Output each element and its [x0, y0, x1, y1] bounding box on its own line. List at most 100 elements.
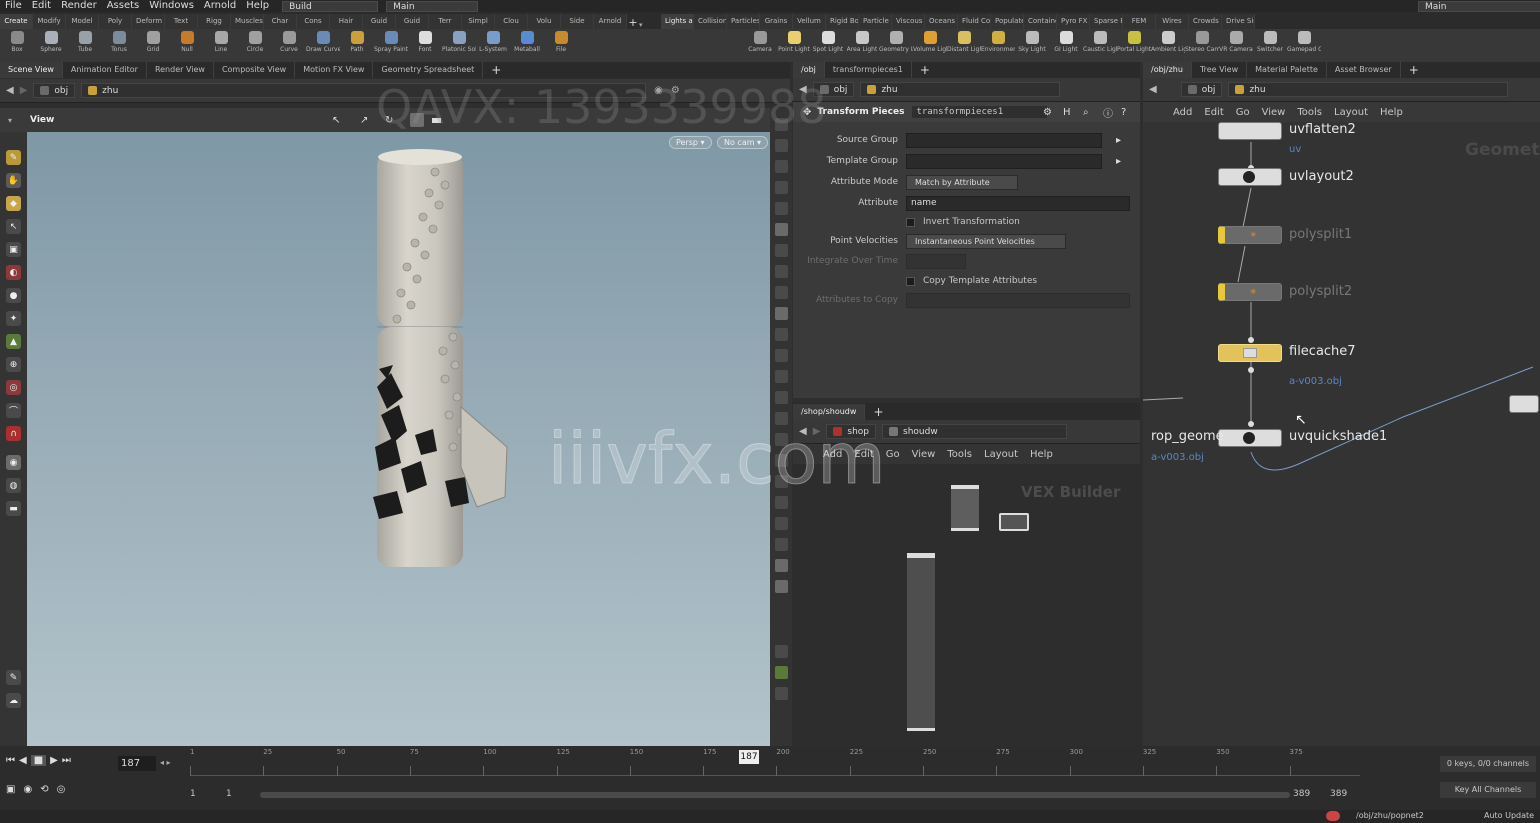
shelf-tab-cons[interactable]: Cons: [297, 14, 330, 29]
invert-checkbox[interactable]: [906, 217, 915, 227]
safe-area-icon[interactable]: [774, 580, 788, 593]
shelf-tab-arnold[interactable]: Arnold: [594, 14, 627, 29]
tab-tree-view[interactable]: Tree View: [1192, 62, 1248, 78]
shelf-tab-text[interactable]: Text: [165, 14, 198, 29]
viewer-path-geo[interactable]: zhu: [81, 83, 647, 98]
tool-curve[interactable]: Curve: [272, 29, 306, 62]
play-reverse-icon[interactable]: ◀: [19, 755, 27, 766]
tool-box[interactable]: Box: [0, 29, 34, 62]
shelf-tab-deform[interactable]: Deform: [132, 14, 165, 29]
shelf-tab-fluid-con[interactable]: Fluid Con: [958, 14, 991, 29]
copy-template-checkbox[interactable]: [906, 276, 915, 286]
point-display-icon[interactable]: [774, 265, 788, 278]
jump-end-icon[interactable]: ⏭: [62, 755, 71, 766]
node-info-icon[interactable]: ⓘ: [1103, 105, 1113, 120]
background-icon[interactable]: [774, 559, 788, 572]
tool-circle[interactable]: Circle: [238, 29, 272, 62]
step-icons[interactable]: ◂ ▸: [160, 758, 171, 767]
shelf-tab-crowds[interactable]: Crowds: [1189, 14, 1222, 29]
layout-icon[interactable]: [774, 666, 788, 679]
tool-font[interactable]: Font: [408, 29, 442, 62]
shop-menu-add[interactable]: Add: [823, 449, 842, 460]
sculpt-icon[interactable]: ✎: [6, 670, 21, 685]
snap-icon[interactable]: ⊕: [6, 357, 21, 372]
tool-volume-light[interactable]: Volume Light: [913, 29, 947, 62]
shelf-tab-viscous-fl[interactable]: Viscous Fl: [892, 14, 925, 29]
display-mode-icon[interactable]: [410, 113, 424, 127]
node-uvlayout2[interactable]: [1218, 168, 1282, 186]
camera-icon[interactable]: ◉: [6, 455, 21, 470]
shelf-tab-pyro-fx[interactable]: Pyro FX: [1057, 14, 1090, 29]
shelf-tab-sparse-pyr[interactable]: Sparse Pyr: [1090, 14, 1123, 29]
tool-sphere[interactable]: Sphere: [34, 29, 68, 62]
info-icon[interactable]: [774, 645, 788, 658]
tab-transformpieces[interactable]: transformpieces1: [825, 62, 912, 78]
attribute-field[interactable]: name: [906, 195, 1130, 211]
select-icon[interactable]: ↖: [6, 219, 21, 234]
grid-icon[interactable]: [774, 328, 788, 341]
magnet-icon[interactable]: ◐: [6, 265, 21, 280]
menu-file[interactable]: File: [0, 0, 27, 12]
auto-update-menu[interactable]: Auto Update: [1484, 811, 1534, 820]
add-network-tab-icon[interactable]: +: [1401, 63, 1427, 77]
point-velocities-menu[interactable]: Instantaneous Point Velocities: [906, 233, 1066, 249]
shelf-menu-icon[interactable]: ▾: [639, 21, 651, 29]
shop-menu-go[interactable]: Go: [886, 449, 900, 460]
tool-path[interactable]: Path: [340, 29, 374, 62]
shelf-tab-char[interactable]: Char: [264, 14, 297, 29]
shelf-tab-modify[interactable]: Modify: [33, 14, 66, 29]
shop-menu-layout[interactable]: Layout: [984, 449, 1018, 460]
source-group-field[interactable]: [906, 132, 1102, 148]
tab-material-palette[interactable]: Material Palette: [1247, 62, 1327, 78]
settings-icon[interactable]: ◎: [57, 784, 66, 795]
viewer-options-icon[interactable]: ⚙: [671, 85, 680, 96]
node-filecache7[interactable]: [1218, 344, 1282, 362]
tab-geometry-spreadsheet[interactable]: Geometry Spreadsheet: [373, 62, 484, 78]
shop-menu-help[interactable]: Help: [1030, 449, 1053, 460]
node-question-icon[interactable]: ?: [1121, 107, 1126, 118]
param-path-geo[interactable]: zhu: [860, 82, 1061, 97]
tool-distant-light[interactable]: Distant Light: [947, 29, 981, 62]
tool-geometry-light[interactable]: Geometry Light: [879, 29, 913, 62]
vector-icon[interactable]: [774, 412, 788, 425]
brush-tool-icon[interactable]: ✎: [6, 150, 21, 165]
tool-switcher[interactable]: Switcher: [1253, 29, 1287, 62]
net-menu-edit[interactable]: Edit: [1204, 107, 1223, 118]
add-tab-icon[interactable]: +: [483, 63, 509, 77]
handle-icon[interactable]: [774, 391, 788, 404]
uv-icon[interactable]: [774, 349, 788, 362]
shelf-tab-guid[interactable]: Guid: [363, 14, 396, 29]
tool-environment-light[interactable]: Environment Light: [981, 29, 1015, 62]
param-path-obj[interactable]: obj: [812, 82, 855, 97]
hide-icon[interactable]: [774, 454, 788, 467]
node-search-icon[interactable]: ⌕: [1083, 107, 1089, 118]
tool-ambient-light[interactable]: Ambient Light: [1151, 29, 1185, 62]
shop-path-node[interactable]: shoudw: [882, 424, 1068, 439]
tab-render-view[interactable]: Render View: [147, 62, 214, 78]
node-gear-icon[interactable]: ⚙: [1043, 107, 1052, 118]
perspective-menu[interactable]: Persp ▾: [669, 136, 712, 149]
scale-icon[interactable]: ●: [6, 288, 21, 303]
tab-obj[interactable]: /obj: [793, 62, 825, 78]
add-shelf-icon[interactable]: +: [627, 16, 639, 29]
shelf-tab-oceans[interactable]: Oceans: [925, 14, 958, 29]
shop-path-shop[interactable]: shop: [826, 424, 877, 439]
template-group-select-icon[interactable]: ▸: [1116, 156, 1121, 167]
menu-edit[interactable]: Edit: [27, 0, 56, 12]
forward-icon[interactable]: ▶: [20, 85, 28, 96]
tool-portal-light[interactable]: Portal Light: [1117, 29, 1151, 62]
error-icon[interactable]: [1326, 811, 1340, 821]
shop-forward-icon[interactable]: ▶: [813, 426, 821, 437]
shelf-tab-rigg[interactable]: Rigg: [198, 14, 231, 29]
range-end[interactable]: 389: [1293, 789, 1310, 799]
shelf-tab-drive-sim[interactable]: Drive Sim: [1222, 14, 1255, 29]
key-all-button[interactable]: Key All Channels: [1440, 782, 1536, 798]
net-menu-tools[interactable]: Tools: [1297, 107, 1322, 118]
shelf-tab-rigid-bodies[interactable]: Rigid Bodies: [826, 14, 859, 29]
normals-icon[interactable]: [774, 286, 788, 299]
desktop-build-dropdown[interactable]: Build: [282, 0, 379, 12]
tool-draw-curve[interactable]: Draw Curve: [306, 29, 340, 62]
tool-spot-light[interactable]: Spot Light: [811, 29, 845, 62]
tool-null[interactable]: Null: [170, 29, 204, 62]
abc-icon[interactable]: [774, 538, 788, 551]
